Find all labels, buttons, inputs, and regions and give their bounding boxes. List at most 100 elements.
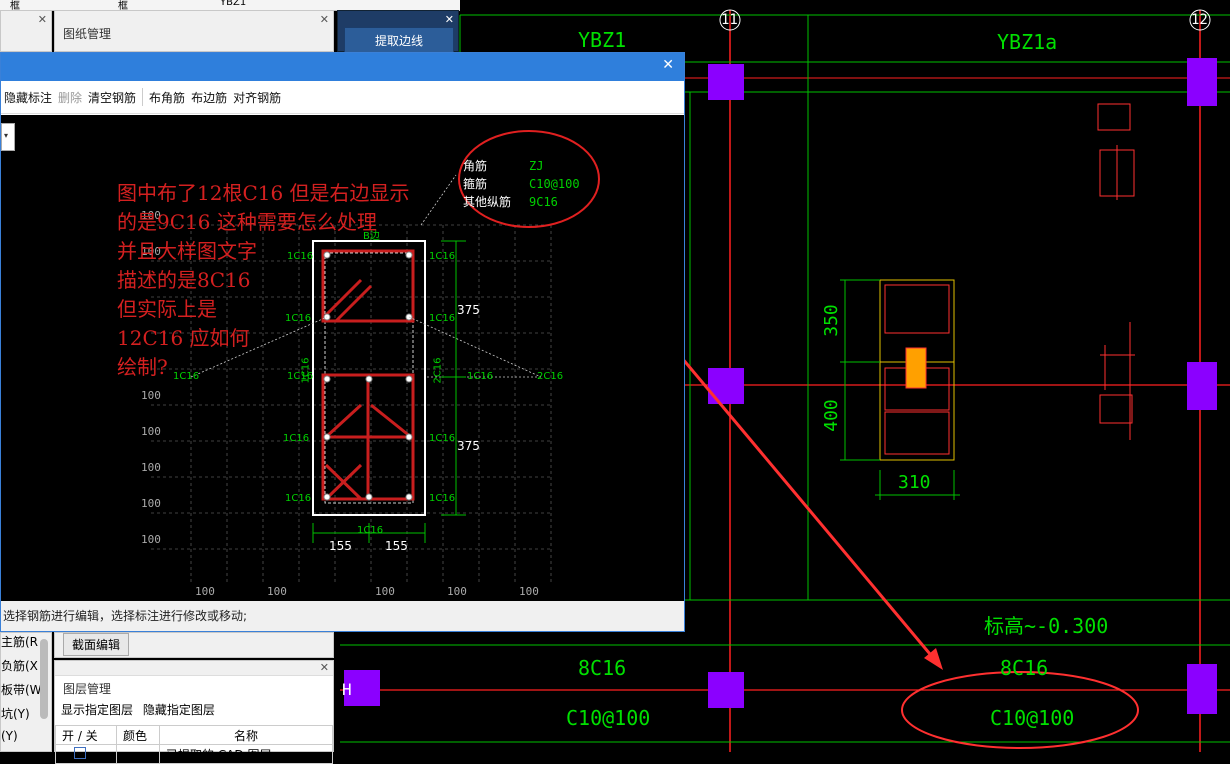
- close-icon[interactable]: ✕: [320, 13, 329, 26]
- section-canvas[interactable]: ▾ 100 100 100 100 100 100 100 100 100 10…: [1, 115, 684, 601]
- elevation-label: 标高~-0.300: [984, 614, 1109, 638]
- side-label-right[interactable]: 2C16: [433, 357, 444, 383]
- bar-label[interactable]: 1C16: [429, 313, 455, 324]
- grid-label: 100: [141, 461, 161, 474]
- legend-row: 箍筋 C10@100: [463, 175, 580, 193]
- note-line: 图中布了12根C16 但是右边显示: [117, 181, 410, 205]
- dim-bottom[interactable]: 155: [385, 539, 408, 553]
- extract-edge-button[interactable]: 提取边线: [344, 27, 454, 55]
- note-line: 描述的是8C16: [117, 268, 251, 292]
- note-line: 的是9C16 这种需要怎么处理: [117, 210, 377, 234]
- align-rebar-button[interactable]: 对齐钢筋: [230, 89, 284, 106]
- bar-label[interactable]: 1C16: [429, 251, 455, 262]
- grid-label: 100: [141, 533, 161, 546]
- dialog-titlebar: ✕: [1, 53, 684, 81]
- legend-value: ZJ: [529, 159, 544, 173]
- side-item[interactable]: 负筋(X: [1, 657, 38, 674]
- dialog-status-bar: 选择钢筋进行编辑，选择标注进行修改或移动;: [1, 601, 684, 631]
- layer-panel: ✕ 图层管理 显示指定图层 隐藏指定图层 开 / 关 颜色 名称 已提取的 CA…: [54, 660, 334, 764]
- drawing-panel: 图纸管理 ✕: [54, 10, 334, 52]
- grid-label: 100: [141, 389, 161, 402]
- dim-310: 310: [898, 472, 931, 493]
- section-edit-button[interactable]: 截面编辑: [63, 633, 130, 656]
- drawing-panel-title: 图纸管理: [63, 27, 112, 41]
- bar-label[interactable]: 2C16: [537, 371, 563, 382]
- left-toolbar-panel: ✕: [0, 10, 52, 52]
- axis-12-label: 12: [1191, 12, 1208, 28]
- legend-label: 角筋: [463, 159, 488, 173]
- grid-label: 100: [375, 585, 395, 598]
- side-item-panel: 主筋(R 负筋(X 板带(W 坑(Y) (Y): [0, 632, 52, 752]
- legend-row: 其他纵筋 9C16: [463, 193, 580, 211]
- dialog-toolbar: 隐藏标注 删除 清空钢筋 布角筋 布边筋 对齐钢筋: [1, 81, 684, 114]
- close-icon[interactable]: ✕: [38, 13, 47, 26]
- grid-label: 100: [195, 585, 215, 598]
- legend-label: 其他纵筋: [463, 195, 512, 209]
- side-item[interactable]: 板带(W: [1, 681, 42, 698]
- layer-panel-header: ✕: [55, 661, 333, 676]
- grid-label: 100: [447, 585, 467, 598]
- toolbar-separator: [142, 88, 144, 106]
- legend-row: 角筋 ZJ: [463, 157, 580, 175]
- section-editor-dialog: ✕ 隐藏标注 删除 清空钢筋 布角筋 布边筋 对齐钢筋 ▾ 100 100 10…: [0, 52, 685, 632]
- note-line: 12C16 应如何: [117, 326, 250, 350]
- layer-actions: 显示指定图层 隐藏指定图层: [55, 701, 333, 718]
- dim-bottom[interactable]: 155: [329, 539, 352, 553]
- bar-label[interactable]: 1C16: [429, 493, 455, 504]
- legend-value: C10@100: [529, 177, 580, 191]
- ybz1-label: YBZ1: [578, 28, 627, 52]
- col-color: 颜色: [116, 725, 160, 745]
- bar-label[interactable]: 1C16: [283, 433, 309, 444]
- section-edit-panel: 截面编辑: [54, 632, 334, 658]
- side-item[interactable]: 主筋(R: [1, 633, 38, 650]
- layer-toggle-checkbox[interactable]: [55, 744, 117, 764]
- bar-label[interactable]: 1C16: [285, 493, 311, 504]
- show-layer-button[interactable]: 显示指定图层: [61, 703, 133, 717]
- note-line: 绘制?: [117, 355, 168, 379]
- edge-rebar-button[interactable]: 布边筋: [188, 89, 230, 106]
- layer-color-cell: [116, 744, 160, 764]
- delete-button[interactable]: 删除: [55, 89, 85, 106]
- dim-400: 400: [820, 399, 842, 432]
- dim-right[interactable]: 375: [457, 439, 480, 453]
- col-toggle: 开 / 关: [55, 725, 117, 745]
- left-stirrup-label: C10@100: [566, 706, 651, 730]
- layer-table: 开 / 关 颜色 名称 已提取的 CAD 图层: [55, 725, 333, 764]
- right-stirrup-label: C10@100: [990, 706, 1075, 730]
- dim-350: 350: [820, 304, 842, 337]
- note-line: 但实际上是: [117, 297, 217, 321]
- legend-label: 箍筋: [463, 177, 488, 191]
- close-icon[interactable]: ✕: [320, 661, 329, 674]
- close-icon[interactable]: ✕: [662, 57, 674, 73]
- legend-value: 9C16: [529, 195, 558, 209]
- grid-label: 100: [141, 497, 161, 510]
- ybz1a-label: YBZ1a: [997, 30, 1058, 54]
- close-icon[interactable]: ✕: [445, 13, 454, 26]
- bar-label[interactable]: 1C16: [429, 433, 455, 444]
- note-line: 并且大样图文字: [117, 239, 257, 263]
- clear-rebar-button[interactable]: 清空钢筋: [85, 89, 139, 106]
- user-annotation-note: 图中布了12根C16 但是右边显示 的是9C16 这种需要怎么处理 并且大样图文…: [117, 179, 410, 382]
- side-item[interactable]: (Y): [1, 729, 18, 743]
- grid-label: 100: [141, 425, 161, 438]
- left-rebar-label: 8C16: [578, 656, 627, 680]
- hide-layer-button[interactable]: 隐藏指定图层: [143, 703, 215, 717]
- extract-panel: ✕ 提取边线: [337, 10, 459, 55]
- bottom-label[interactable]: 1C16: [357, 525, 383, 536]
- scrollbar[interactable]: [40, 639, 48, 719]
- right-rebar-label: 8C16: [1000, 656, 1049, 680]
- side-item[interactable]: 坑(Y): [1, 705, 30, 722]
- hide-annotation-button[interactable]: 隐藏标注: [1, 89, 55, 106]
- bar-label[interactable]: 1C16: [467, 371, 493, 382]
- top-strip-cell-3: YBZ1: [220, 0, 247, 8]
- checkbox-icon[interactable]: [74, 746, 86, 759]
- grid-label: 100: [267, 585, 287, 598]
- col-name: 名称: [159, 725, 333, 745]
- axis-11-label: 11: [721, 12, 738, 28]
- rebar-legend: 角筋 ZJ 箍筋 C10@100 其他纵筋 9C16: [463, 157, 580, 211]
- corner-rebar-button[interactable]: 布角筋: [146, 89, 188, 106]
- grid-label: 100: [519, 585, 539, 598]
- axis-h-label: H: [342, 680, 352, 699]
- layer-name: 已提取的 CAD 图层: [159, 744, 333, 764]
- dim-right[interactable]: 375: [457, 303, 480, 317]
